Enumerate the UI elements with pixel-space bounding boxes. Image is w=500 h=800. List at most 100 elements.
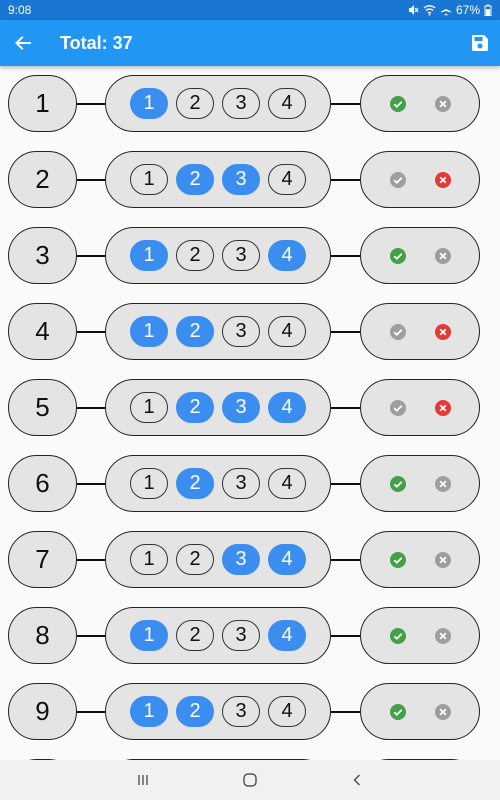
option-button[interactable]: 3 bbox=[222, 620, 260, 651]
close-icon[interactable] bbox=[432, 701, 454, 723]
option-button[interactable]: 2 bbox=[176, 468, 214, 499]
option-button[interactable]: 4 bbox=[268, 88, 306, 119]
question-number: 9 bbox=[8, 683, 77, 740]
back-icon[interactable] bbox=[337, 760, 377, 800]
option-group: 1234 bbox=[105, 303, 331, 360]
option-button[interactable]: 4 bbox=[268, 164, 306, 195]
option-button[interactable]: 3 bbox=[222, 696, 260, 727]
option-button[interactable]: 4 bbox=[268, 544, 306, 575]
save-icon[interactable] bbox=[460, 20, 500, 66]
option-button[interactable]: 3 bbox=[222, 164, 260, 195]
arrow-left-icon[interactable] bbox=[0, 20, 46, 66]
check-icon[interactable] bbox=[387, 169, 409, 191]
status-bar: 9:08 67% bbox=[0, 0, 500, 20]
option-button[interactable]: 3 bbox=[222, 392, 260, 423]
option-button[interactable]: 3 bbox=[222, 88, 260, 119]
option-button[interactable]: 4 bbox=[268, 316, 306, 347]
option-button[interactable]: 4 bbox=[268, 620, 306, 651]
option-button[interactable]: 2 bbox=[176, 164, 214, 195]
option-button[interactable]: 3 bbox=[222, 316, 260, 347]
option-button[interactable]: 1 bbox=[130, 544, 168, 575]
check-icon[interactable] bbox=[387, 245, 409, 267]
answer-actions bbox=[360, 607, 480, 664]
option-button[interactable]: 2 bbox=[176, 240, 214, 271]
question-number: 8 bbox=[8, 607, 77, 664]
check-icon[interactable] bbox=[387, 397, 409, 419]
option-button[interactable]: 1 bbox=[130, 468, 168, 499]
question-number: 3 bbox=[8, 227, 77, 284]
option-button[interactable]: 3 bbox=[222, 468, 260, 499]
row-connector bbox=[77, 635, 105, 637]
check-icon[interactable] bbox=[387, 701, 409, 723]
close-icon[interactable] bbox=[432, 397, 454, 419]
mute-icon bbox=[407, 4, 419, 16]
battery-icon bbox=[484, 4, 492, 16]
close-icon[interactable] bbox=[432, 473, 454, 495]
option-group: 1234 bbox=[105, 227, 331, 284]
row-connector bbox=[77, 179, 105, 181]
recent-apps-icon[interactable] bbox=[123, 760, 163, 800]
option-button[interactable]: 1 bbox=[130, 620, 168, 651]
list-item: 5 1234 bbox=[0, 379, 500, 455]
option-button[interactable]: 4 bbox=[268, 468, 306, 499]
option-button[interactable]: 4 bbox=[268, 240, 306, 271]
close-icon[interactable] bbox=[432, 93, 454, 115]
close-icon[interactable] bbox=[432, 549, 454, 571]
option-button[interactable]: 3 bbox=[222, 240, 260, 271]
list-item: 11234 bbox=[0, 75, 500, 151]
option-button[interactable]: 2 bbox=[176, 316, 214, 347]
row-connector bbox=[77, 407, 105, 409]
answer-actions bbox=[360, 151, 480, 208]
option-button[interactable]: 2 bbox=[176, 544, 214, 575]
option-button[interactable]: 1 bbox=[130, 316, 168, 347]
airplane-icon bbox=[440, 4, 452, 16]
app-root: 9:08 67% Total: 37 112342123431234412345… bbox=[0, 0, 500, 800]
row-connector bbox=[77, 331, 105, 333]
answer-actions bbox=[360, 227, 480, 284]
check-icon[interactable] bbox=[387, 321, 409, 343]
option-button[interactable]: 4 bbox=[268, 392, 306, 423]
check-icon[interactable] bbox=[387, 549, 409, 571]
option-button[interactable]: 4 bbox=[268, 696, 306, 727]
home-icon[interactable] bbox=[230, 760, 270, 800]
row-connector bbox=[77, 559, 105, 561]
question-number: 7 bbox=[8, 531, 77, 588]
row-connector bbox=[77, 103, 105, 105]
row-connector bbox=[331, 711, 360, 713]
option-button[interactable]: 3 bbox=[222, 544, 260, 575]
answer-actions bbox=[360, 455, 480, 512]
option-button[interactable]: 1 bbox=[130, 240, 168, 271]
row-connector bbox=[77, 711, 105, 713]
option-button[interactable]: 1 bbox=[130, 88, 168, 119]
option-group: 1234 bbox=[105, 75, 331, 132]
option-button[interactable]: 1 bbox=[130, 392, 168, 423]
option-button[interactable]: 1 bbox=[130, 164, 168, 195]
question-number: 6 bbox=[8, 455, 77, 512]
option-button[interactable]: 2 bbox=[176, 88, 214, 119]
answer-actions bbox=[360, 379, 480, 436]
close-icon[interactable] bbox=[432, 245, 454, 267]
check-icon[interactable] bbox=[387, 625, 409, 647]
question-number: 4 bbox=[8, 303, 77, 360]
check-icon[interactable] bbox=[387, 93, 409, 115]
row-connector bbox=[331, 255, 360, 257]
close-icon[interactable] bbox=[432, 169, 454, 191]
option-button[interactable]: 2 bbox=[176, 620, 214, 651]
battery-text: 67% bbox=[455, 3, 480, 17]
list-item: 6 1234 bbox=[0, 455, 500, 531]
question-number: 2 bbox=[8, 151, 77, 208]
option-button[interactable]: 2 bbox=[176, 392, 214, 423]
option-button[interactable]: 2 bbox=[176, 696, 214, 727]
row-connector bbox=[77, 255, 105, 257]
close-icon[interactable] bbox=[432, 625, 454, 647]
wifi-icon bbox=[423, 4, 436, 16]
answer-actions bbox=[360, 75, 480, 132]
check-icon[interactable] bbox=[387, 473, 409, 495]
answer-actions bbox=[360, 531, 480, 588]
list-item: 7 1234 bbox=[0, 531, 500, 607]
row-connector bbox=[331, 103, 360, 105]
question-number: 5 bbox=[8, 379, 77, 436]
list-item: 9 1234 bbox=[0, 683, 500, 759]
close-icon[interactable] bbox=[432, 321, 454, 343]
option-button[interactable]: 1 bbox=[130, 696, 168, 727]
